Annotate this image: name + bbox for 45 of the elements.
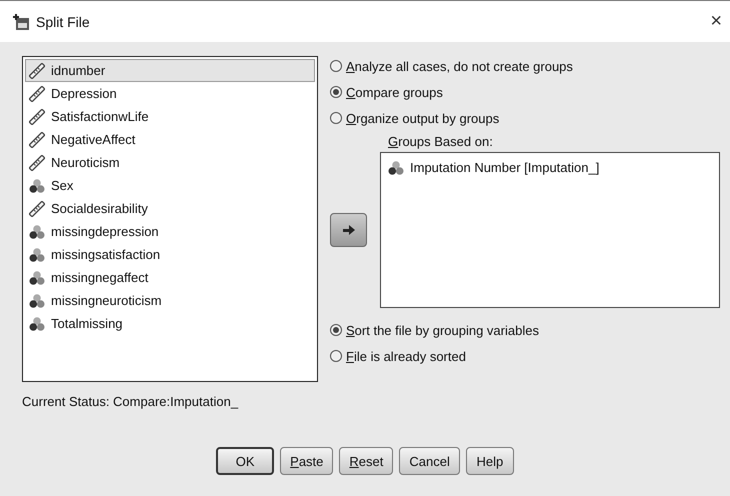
dialog-button[interactable]: Paste <box>280 447 334 475</box>
status-text: Current Status: Compare:Imputation_ <box>22 394 240 409</box>
variable-item[interactable]: Socialdesirability <box>25 197 315 220</box>
three-balls-icon <box>29 246 45 262</box>
variable-item[interactable]: missingsatisfaction <box>25 243 315 266</box>
three-balls-icon <box>29 178 45 194</box>
radio-button[interactable] <box>330 324 342 336</box>
variable-item[interactable]: NegativeAffect <box>25 128 315 151</box>
variable-item[interactable]: idnumber <box>25 59 315 82</box>
variable-item[interactable]: SatisfactionwLife <box>25 105 315 128</box>
radio-button[interactable] <box>330 60 342 72</box>
variable-item[interactable]: missingnegaffect <box>25 266 315 289</box>
dialog-button[interactable]: Help <box>466 447 514 475</box>
three-balls-icon <box>29 316 45 332</box>
groups-list[interactable]: Imputation Number [Imputation_] <box>380 152 720 308</box>
move-button[interactable] <box>330 213 367 247</box>
dialog-button[interactable]: Cancel <box>399 447 460 475</box>
close-button[interactable]: × <box>710 10 722 33</box>
option-label: File is already sorted <box>346 348 466 364</box>
variable-list[interactable]: idnumber Depression SatisfactionwLife NegativeAffect Neuroticism Sex Socialdesirability missingdepression missingsatisfaction missingnegaffect missingneuroticism Totalmissing <box>22 56 318 382</box>
ruler-icon <box>29 62 45 78</box>
dialog-button[interactable]: Reset <box>339 447 394 475</box>
variable-item[interactable]: Totalmissing <box>25 312 315 335</box>
dialog-button[interactable]: OK <box>216 447 274 475</box>
window-title: Split File <box>36 14 91 30</box>
radio-button[interactable] <box>330 86 342 98</box>
split-file-icon <box>12 12 30 30</box>
three-balls-icon <box>29 292 45 308</box>
arrow-icon <box>342 224 356 236</box>
three-balls-icon <box>29 270 45 286</box>
variable-item[interactable]: Sex <box>25 174 315 197</box>
option-label: Compare groups <box>346 84 443 100</box>
three-balls-icon <box>29 224 45 240</box>
option-label: Analyze all cases, do not create groups <box>346 58 573 74</box>
option-label: Organize output by groups <box>346 110 500 126</box>
groups-label: Groups Based on: <box>387 134 494 149</box>
radio-button[interactable] <box>330 112 342 124</box>
variable-item[interactable]: Neuroticism <box>25 151 315 174</box>
variable-item[interactable]: missingdepression <box>25 220 315 243</box>
group-item[interactable]: Imputation Number [Imputation_] <box>384 156 716 179</box>
variable-item[interactable]: missingneuroticism <box>25 289 315 312</box>
variable-item[interactable]: Depression <box>25 82 315 105</box>
radio-button[interactable] <box>330 350 342 362</box>
option-label: Sort the file by grouping variables <box>346 322 539 338</box>
three-balls-icon <box>388 160 404 176</box>
